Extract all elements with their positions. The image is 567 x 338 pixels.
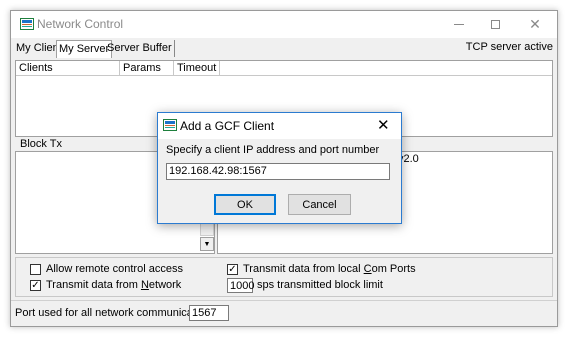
block-limit-input[interactable]: 1000 — [227, 278, 254, 293]
app-icon — [20, 18, 34, 30]
transmit-network-label-mnemonic: N — [140, 279, 149, 291]
allow-remote-checkbox[interactable] — [30, 264, 41, 275]
clients-list-header: Clients Params Timeout — [16, 61, 552, 76]
scroll-down-button[interactable]: ▼ — [200, 237, 214, 251]
server-status-text: TCP server active — [465, 41, 553, 53]
dialog-title: Add a GCF Client — [180, 119, 275, 133]
client-address-input[interactable]: 192.168.42.98:1567 — [166, 163, 390, 180]
close-button[interactable]: ✕ — [517, 11, 553, 38]
maximize-icon — [490, 20, 500, 29]
transmit-com-checkbox[interactable]: ✓ — [227, 264, 238, 275]
transmit-network-label-post: etwork — [148, 279, 182, 291]
cancel-button[interactable]: Cancel — [288, 194, 351, 215]
dialog-app-icon — [163, 119, 177, 131]
add-gcf-client-dialog: Add a GCF Client ✕ Specify a client IP a… — [157, 112, 402, 224]
block-limit-label: sps transmitted block limit — [257, 279, 383, 291]
port-input[interactable]: 1567 — [189, 305, 229, 321]
dialog-close-icon[interactable]: ✕ — [377, 116, 390, 134]
minimize-button[interactable] — [441, 11, 477, 38]
transmit-com-label: Transmit data from local Com Ports — [243, 263, 416, 275]
tab-my-server[interactable]: My Server — [56, 40, 113, 58]
divider — [11, 300, 557, 301]
transmit-com-label-post: om Ports — [371, 263, 416, 275]
transmit-com-label-mnemonic: C — [363, 263, 372, 275]
transmit-com-label-pre: Transmit data from local — [243, 263, 364, 275]
ok-button[interactable]: OK — [214, 194, 276, 215]
title-bar: Network Control ✕ — [11, 11, 557, 38]
transmit-network-label: Transmit data from Network — [46, 279, 181, 291]
transmit-network-label-pre: Transmit data from — [46, 279, 141, 291]
dialog-title-bar: Add a GCF Client ✕ — [158, 113, 401, 139]
column-header-timeout[interactable]: Timeout — [174, 61, 220, 76]
window-title: Network Control — [37, 17, 124, 31]
allow-remote-label: Allow remote control access — [46, 263, 183, 275]
transmit-network-checkbox[interactable]: ✓ — [30, 280, 41, 291]
options-group: Allow remote control access ✓ Transmit d… — [15, 257, 553, 297]
block-tx-label: Block Tx — [20, 138, 62, 150]
column-header-clients[interactable]: Clients — [16, 61, 120, 76]
dialog-prompt: Specify a client IP address and port num… — [166, 144, 380, 156]
close-icon: ✕ — [529, 16, 541, 32]
scroll-thumb[interactable] — [200, 222, 214, 236]
minimize-icon — [454, 24, 464, 25]
maximize-button[interactable] — [477, 11, 513, 38]
tab-server-buffer[interactable]: Server Buffer — [105, 40, 175, 57]
column-header-params[interactable]: Params — [120, 61, 174, 76]
